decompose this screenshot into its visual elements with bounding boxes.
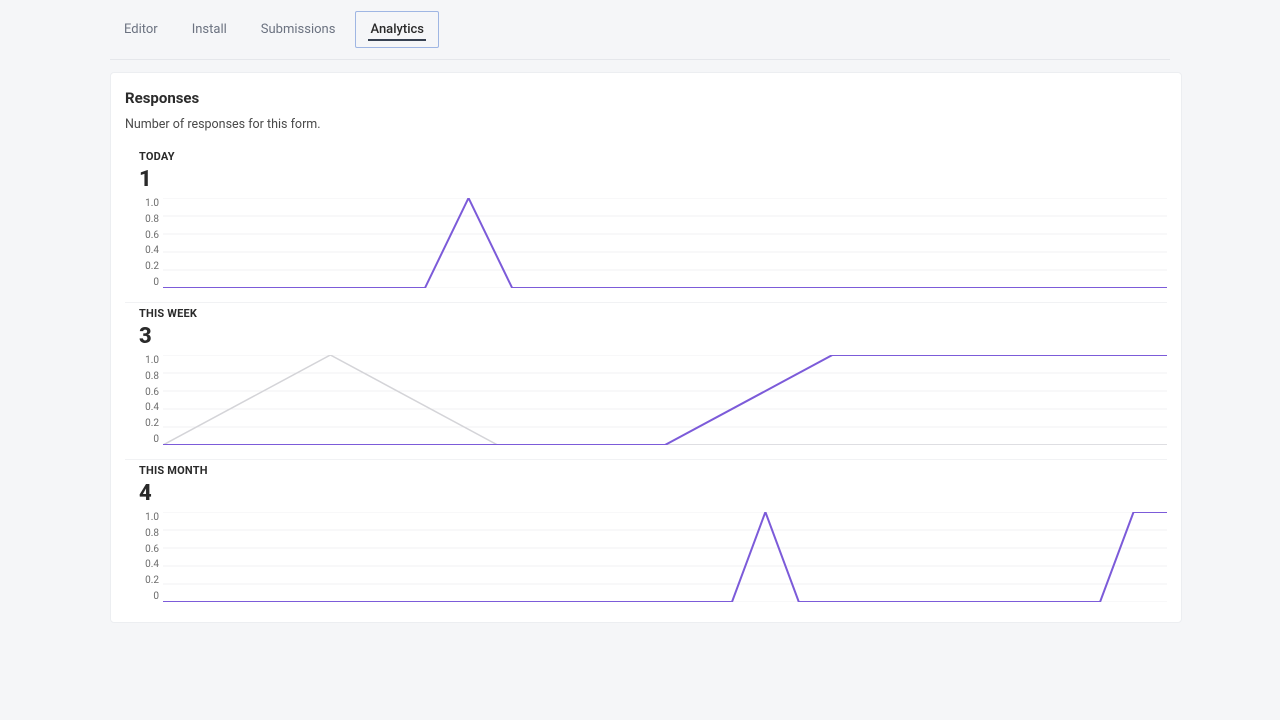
chart-label: THIS WEEK — [139, 307, 1167, 320]
tab-bar: Editor Install Submissions Analytics — [110, 0, 1170, 60]
chart-plot — [163, 512, 1167, 602]
chart-total: 3 — [139, 324, 1167, 349]
chart-label: TODAY — [139, 150, 1167, 163]
chart-plot — [163, 198, 1167, 288]
chart-label: THIS MONTH — [139, 464, 1167, 477]
card-title: Responses — [125, 89, 1167, 107]
tab-submissions[interactable]: Submissions — [247, 12, 350, 47]
tab-install[interactable]: Install — [178, 12, 241, 47]
chart-panel: THIS WEEK 3 1.00.80.60.40.20 — [125, 303, 1167, 460]
responses-card: Responses Number of responses for this f… — [110, 72, 1182, 623]
chart-total: 4 — [139, 481, 1167, 506]
y-axis: 1.00.80.60.40.20 — [139, 355, 163, 445]
chart-panel: THIS MONTH 4 1.00.80.60.40.20 — [125, 460, 1167, 604]
primary-series — [163, 512, 1167, 602]
chart-panel: TODAY 1 1.00.80.60.40.20 — [125, 146, 1167, 303]
y-axis: 1.00.80.60.40.20 — [139, 198, 163, 288]
primary-series — [163, 355, 1167, 445]
primary-series — [163, 198, 1167, 288]
card-subtitle: Number of responses for this form. — [125, 117, 1167, 132]
y-axis: 1.00.80.60.40.20 — [139, 512, 163, 602]
chart-plot — [163, 355, 1167, 445]
chart-total: 1 — [139, 167, 1167, 192]
tab-editor[interactable]: Editor — [110, 12, 172, 47]
tab-analytics[interactable]: Analytics — [355, 11, 439, 48]
secondary-series — [163, 355, 1167, 445]
